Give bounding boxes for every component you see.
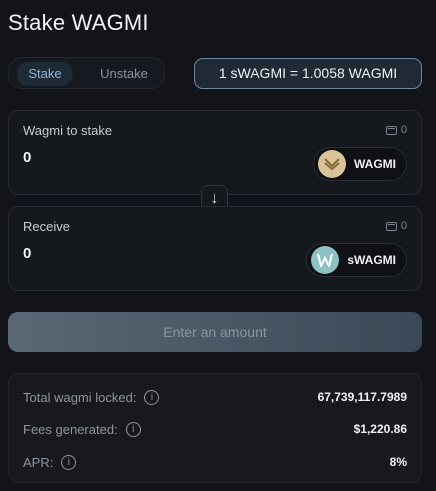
swagmi-logo-icon (311, 246, 340, 274)
stat-value: 8% (389, 455, 407, 469)
receive-wallet-balance: 0 (385, 220, 407, 232)
info-icon[interactable]: i (61, 454, 77, 470)
stat-value: 67,739,117.7989 (317, 390, 407, 404)
info-icon[interactable]: i (125, 421, 141, 437)
stat-row-total-locked: Total wagmi locked: i 67,739,117.7989 (23, 387, 407, 407)
stake-wallet-balance: 0 (385, 124, 407, 136)
tab-unstake[interactable]: Unstake (89, 62, 159, 86)
receive-amount: 0 (23, 245, 32, 262)
exchange-rate-badge: 1 sWAGMI = 1.0058 WAGMI (194, 58, 422, 89)
stat-label: APR: (23, 454, 54, 470)
stake-wallet-balance-value: 0 (400, 124, 407, 136)
stat-value: $1,220.86 (353, 422, 407, 436)
info-icon[interactable]: i (144, 389, 160, 405)
stake-amount-input[interactable]: 0 (23, 149, 31, 166)
receive-card: Receive 0 0 sWAGMI (8, 206, 422, 291)
receive-wallet-balance-value: 0 (400, 220, 407, 232)
stat-label: Total wagmi locked: (23, 389, 137, 405)
stake-token-selector[interactable]: WAGMI (313, 147, 407, 181)
submit-button[interactable]: Enter an amount (8, 312, 422, 352)
wagmi-logo-icon (318, 150, 346, 178)
stat-row-fees: Fees generated: i $1,220.86 (23, 419, 407, 439)
stat-row-apr: APR: i 8% (23, 452, 407, 472)
stats-panel: Total wagmi locked: i 67,739,117.7989 Fe… (8, 373, 422, 483)
stake-card-label: Wagmi to stake (23, 123, 113, 138)
stake-page: Stake WAGMI Stake Unstake 1 sWAGMI = 1.0… (0, 0, 436, 491)
tab-stake[interactable]: Stake (17, 62, 73, 86)
receive-card-label: Receive (23, 219, 70, 234)
page-title: Stake WAGMI (8, 10, 149, 35)
stake-mode-tabs: Stake Unstake (8, 57, 165, 89)
stake-input-card: Wagmi to stake 0 0 WAGMI (8, 110, 422, 195)
wallet-icon (385, 221, 397, 231)
wallet-icon (385, 125, 397, 135)
stake-token-name: WAGMI (354, 157, 396, 171)
stat-label: Fees generated: (23, 421, 118, 437)
receive-token-display: sWAGMI (306, 243, 407, 277)
receive-token-name: sWAGMI (347, 253, 396, 267)
